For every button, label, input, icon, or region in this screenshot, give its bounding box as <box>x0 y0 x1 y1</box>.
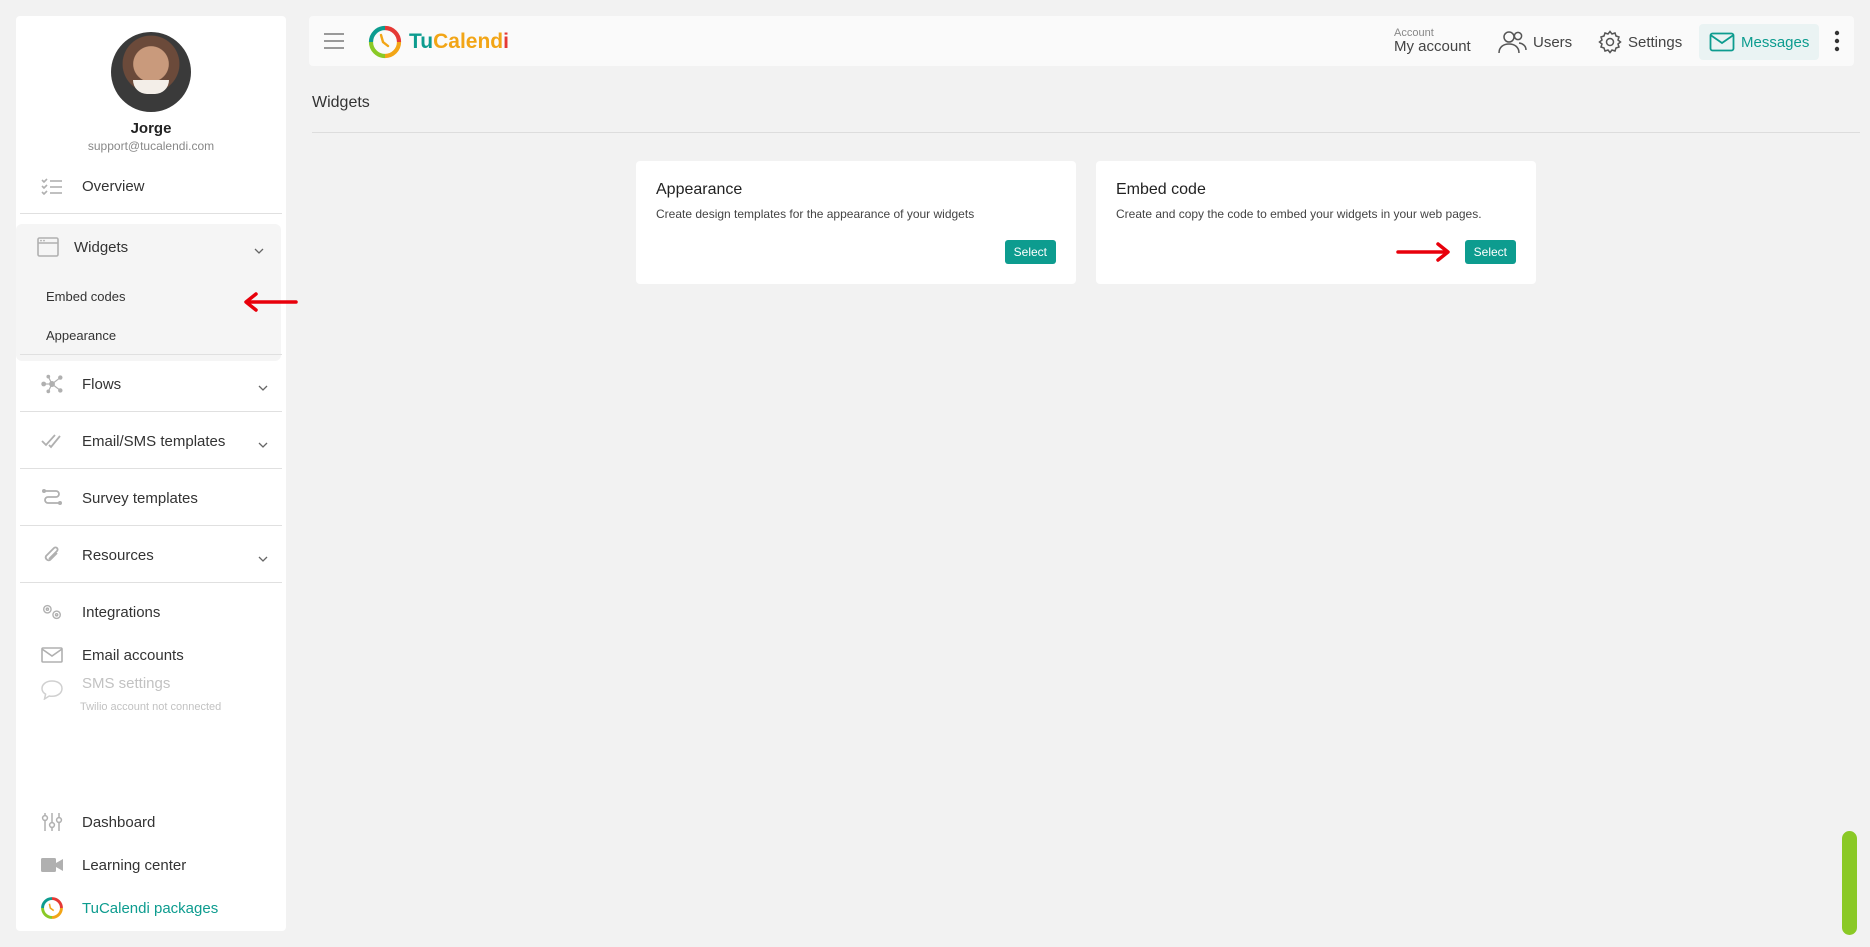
users-label: Users <box>1533 33 1573 51</box>
sidebar-item-label: Flows <box>82 375 122 393</box>
account-value: My account <box>1394 38 1471 55</box>
double-check-icon <box>40 429 64 453</box>
divider <box>20 354 282 355</box>
envelope-icon <box>40 643 64 667</box>
sidebar-item-label: Resources <box>82 546 154 564</box>
profile-email: support@tucalendi.com <box>87 139 215 153</box>
appearance-select-button[interactable]: Select <box>1004 240 1056 264</box>
envelope-icon <box>1709 32 1735 52</box>
logo-text-calend: Calend <box>433 30 504 53</box>
annotation-arrow-left-icon <box>244 292 298 312</box>
chevron-down-icon <box>258 435 268 452</box>
embed-code-card: Embed code Create and copy the code to e… <box>1096 161 1536 284</box>
settings-button[interactable]: Settings <box>1598 24 1682 60</box>
users-icon <box>1498 31 1527 54</box>
tucalendi-logo-icon <box>368 25 402 59</box>
sliders-icon <box>40 810 64 834</box>
sidebar-item-flows[interactable]: Flows <box>20 364 282 404</box>
sidebar-subitem-embed-codes[interactable]: Embed codes <box>46 289 126 304</box>
logo-text: TuCalendi <box>409 30 509 54</box>
messages-label: Messages <box>1741 33 1810 51</box>
browser-window-icon <box>36 235 60 259</box>
sidebar-item-label: TuCalendi packages <box>82 899 219 917</box>
title-divider <box>312 132 1860 133</box>
paperclip-icon <box>40 543 64 567</box>
gears-icon <box>40 600 64 624</box>
checklist-icon <box>40 174 64 198</box>
profile-name: Jorge <box>130 120 172 137</box>
sidebar-item-resources[interactable]: Resources <box>20 535 282 575</box>
sidebar-item-label: Learning center <box>82 856 187 874</box>
card-title: Embed code <box>1116 181 1206 198</box>
messages-button[interactable]: Messages <box>1699 24 1820 60</box>
sidebar-item-label: Overview <box>82 177 145 195</box>
divider <box>20 525 282 526</box>
more-vertical-icon[interactable] <box>1834 30 1840 52</box>
settings-label: Settings <box>1628 33 1683 51</box>
video-camera-icon <box>40 853 64 877</box>
sidebar-item-label: Widgets <box>74 238 129 256</box>
profile: Jorge support@tucalendi.com <box>16 16 286 153</box>
scroll-indicator[interactable] <box>1842 831 1857 935</box>
sidebar-item-label: SMS settings <box>82 674 171 692</box>
embed-code-select-button[interactable]: Select <box>1464 240 1516 264</box>
sidebar-item-overview[interactable]: Overview <box>20 166 282 206</box>
users-button[interactable]: Users <box>1497 24 1572 60</box>
sidebar-item-email-sms-templates[interactable]: Email/SMS templates <box>20 421 282 461</box>
chevron-down-icon <box>258 549 268 566</box>
flows-network-icon <box>40 372 64 396</box>
sidebar: Jorge support@tucalendi.com Overview Wid… <box>16 16 286 931</box>
divider <box>20 582 282 583</box>
route-icon <box>40 486 64 510</box>
sidebar-item-integrations[interactable]: Integrations <box>20 592 282 632</box>
sidebar-item-tucalendi-packages[interactable]: TuCalendi packages <box>20 888 282 928</box>
sms-status-text: Twilio account not connected <box>80 701 222 713</box>
annotation-arrow-right-icon <box>1396 242 1450 262</box>
logo-text-tu: Tu <box>409 30 434 53</box>
sidebar-item-learning-center[interactable]: Learning center <box>20 845 282 885</box>
top-bar: TuCalendi Account My account Users Setti… <box>309 16 1854 66</box>
tucalendi-logo-icon <box>40 896 64 920</box>
sidebar-item-email-accounts[interactable]: Email accounts <box>20 635 282 675</box>
sidebar-item-widgets[interactable]: Widgets <box>16 227 278 267</box>
sidebar-subitem-appearance[interactable]: Appearance <box>46 328 116 343</box>
sidebar-item-survey-templates[interactable]: Survey templates <box>20 478 282 518</box>
logo[interactable]: TuCalendi <box>367 24 509 60</box>
sidebar-item-label: Email/SMS templates <box>82 432 226 450</box>
logo-text-i: i <box>503 30 509 53</box>
chevron-down-icon <box>254 241 264 258</box>
hamburger-menu-icon[interactable] <box>323 30 345 52</box>
appearance-card: Appearance Create design templates for t… <box>636 161 1076 284</box>
gear-icon <box>1598 30 1622 54</box>
sidebar-item-label: Integrations <box>82 603 161 621</box>
divider <box>20 468 282 469</box>
divider <box>20 411 282 412</box>
sidebar-item-dashboard[interactable]: Dashboard <box>20 802 282 842</box>
divider <box>20 213 282 214</box>
card-description: Create design templates for the appearan… <box>656 207 975 221</box>
page-title: Widgets <box>312 94 370 111</box>
account-menu[interactable]: Account My account <box>1394 28 1471 55</box>
sidebar-item-label: Survey templates <box>82 489 198 507</box>
card-title: Appearance <box>656 181 743 198</box>
sidebar-item-label: Email accounts <box>82 646 184 664</box>
avatar[interactable] <box>111 32 191 112</box>
sms-bubble-icon <box>40 678 64 702</box>
card-description: Create and copy the code to embed your w… <box>1116 207 1482 221</box>
chevron-down-icon <box>258 378 268 395</box>
sidebar-item-label: Dashboard <box>82 813 156 831</box>
